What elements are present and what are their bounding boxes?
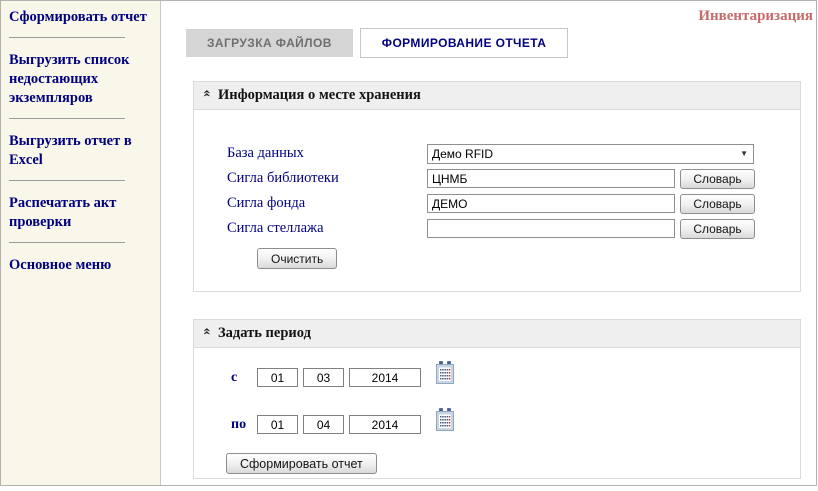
sidebar-divider [9,118,125,119]
chevron-down-icon: ▼ [740,149,748,158]
storage-panel-header: « Информация о месте хранения [194,82,800,110]
from-year-input[interactable] [349,368,421,387]
library-sigla-input[interactable] [427,169,675,188]
from-day-input[interactable] [257,368,298,387]
period-panel: « Задать период с 01 03 2014 по 01 04 20… [193,319,801,479]
shelf-dictionary-button[interactable]: Словарь [680,218,755,239]
database-label: База данных [227,145,304,161]
sidebar-divider [9,242,125,243]
period-panel-title: Задать период [218,325,311,341]
generate-report-button[interactable]: Сформировать отчет [226,453,377,474]
period-to-label: по [231,416,247,432]
calendar-icon[interactable] [436,408,454,431]
sidebar-item-export-excel[interactable]: Выгрузить отчет в Excel [9,132,150,170]
shelf-sigla-label: Сигла стеллажа [227,220,324,236]
shelf-sigla-input[interactable] [427,219,675,238]
fund-sigla-label: Сигла фонда [227,195,306,211]
period-from-row: с [231,361,800,389]
tab-report-generation[interactable]: ФОРМИРОВАНИЕ ОТЧЕТА [359,28,569,58]
period-to-row: по [231,408,800,436]
sidebar-item-missing-copies[interactable]: Выгрузить список недостающих экземпляров [9,51,150,108]
period-from-label: с [231,369,238,385]
storage-info-panel: « Информация о месте хранения База данны… [193,81,801,292]
page: Сформировать отчет Выгрузить список недо… [0,0,817,486]
page-title: Инвентаризация [698,8,813,24]
sidebar-item-print-act[interactable]: Распечатать акт проверки [9,194,150,232]
library-dictionary-button[interactable]: Словарь [680,168,755,189]
main-content: Инвентаризация ЗАГРУЗКА ФАЙЛОВ ФОРМИРОВА… [162,1,816,485]
collapse-icon[interactable]: « [199,328,216,340]
sidebar: Сформировать отчет Выгрузить список недо… [1,1,161,485]
collapse-icon[interactable]: « [199,90,216,102]
library-sigla-row: Сигла библиотеки Словарь [227,166,800,191]
fund-dictionary-button[interactable]: Словарь [680,193,755,214]
to-day-input[interactable] [257,415,298,434]
period-panel-header: « Задать период [194,320,800,348]
tab-file-upload[interactable]: ЗАГРУЗКА ФАЙЛОВ [186,29,353,57]
library-sigla-label: Сигла библиотеки [227,170,339,186]
sidebar-divider [9,37,125,38]
sidebar-item-main-menu[interactable]: Основное меню [9,256,150,275]
database-select-value: Демо RFID [432,146,494,161]
database-row: База данных Демо RFID ▼ [227,141,800,166]
sidebar-item-generate-report[interactable]: Сформировать отчет [9,8,150,27]
to-month-input[interactable] [303,415,344,434]
storage-panel-title: Информация о месте хранения [218,87,421,103]
fund-sigla-row: Сигла фонда Словарь [227,191,800,216]
to-year-input[interactable] [349,415,421,434]
shelf-sigla-row: Сигла стеллажа Словарь [227,216,800,241]
sidebar-divider [9,180,125,181]
tab-bar: ЗАГРУЗКА ФАЙЛОВ ФОРМИРОВАНИЕ ОТЧЕТА [186,28,569,58]
from-month-input[interactable] [303,368,344,387]
fund-sigla-input[interactable] [427,194,675,213]
database-select[interactable]: Демо RFID ▼ [427,143,754,164]
clear-button[interactable]: Очистить [257,248,338,269]
calendar-icon[interactable] [436,361,454,384]
